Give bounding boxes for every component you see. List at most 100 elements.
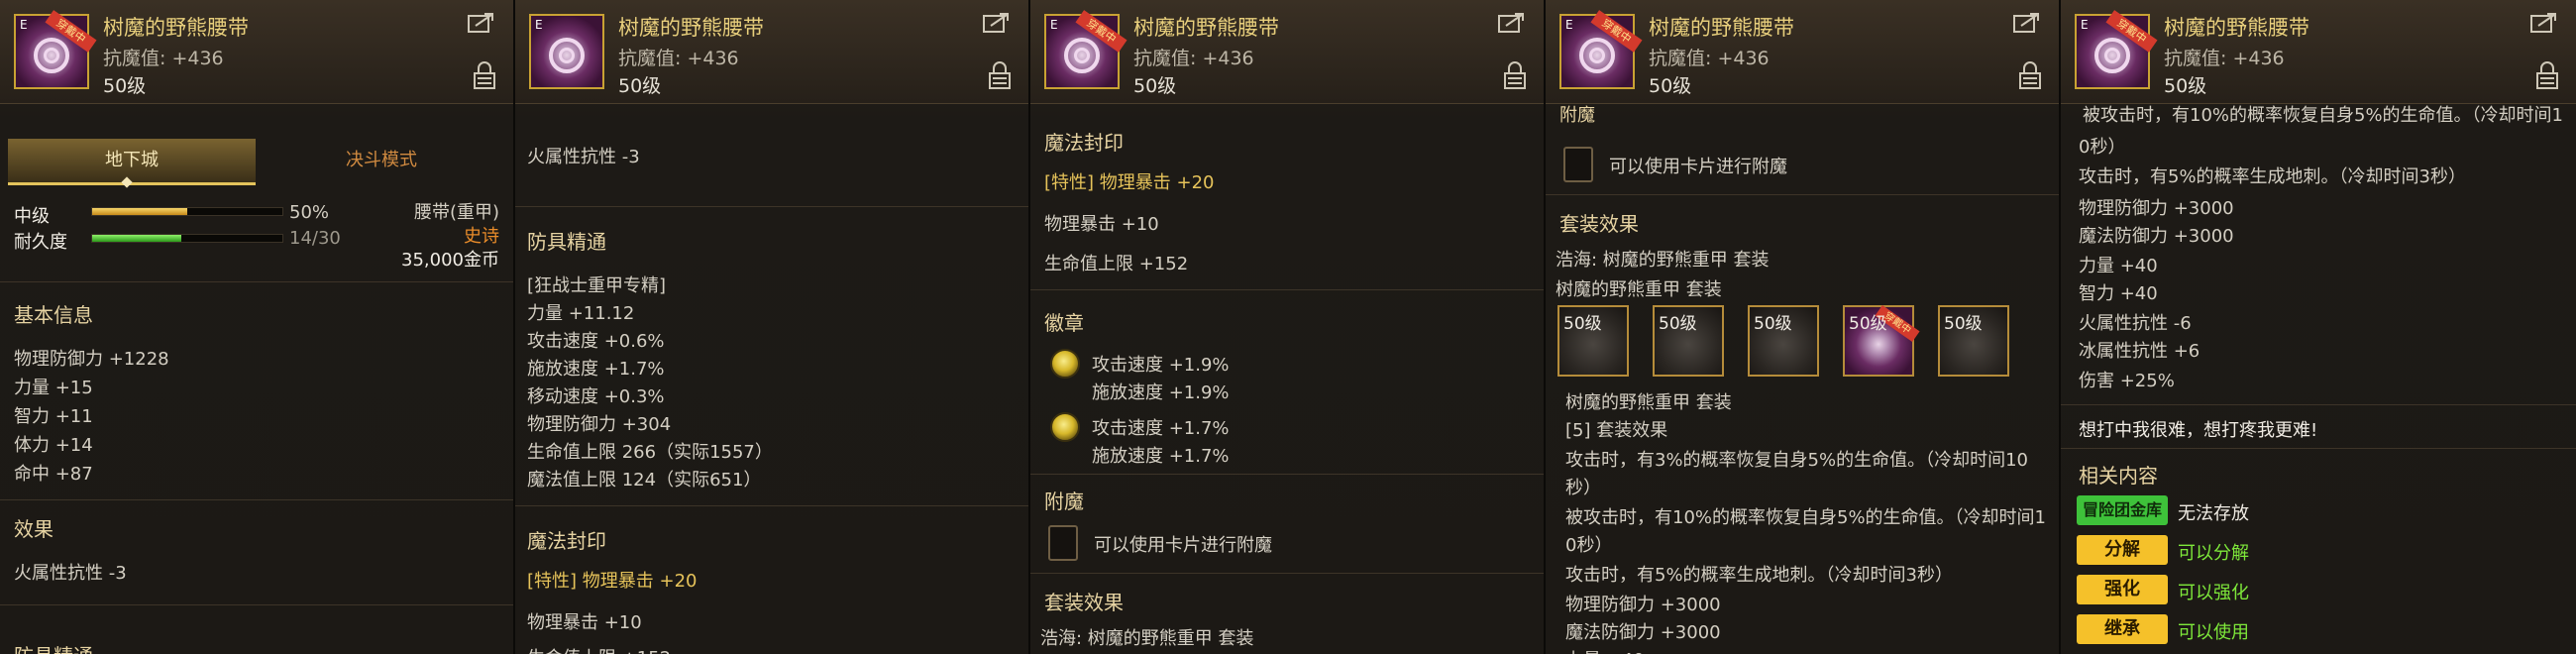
grade-label: E — [1565, 18, 1573, 32]
share-icon[interactable] — [2530, 12, 2558, 34]
set-piece-level: 50级 — [1659, 314, 1697, 334]
set-effect-line: 力量 +40 — [1565, 646, 1645, 654]
grade-label: E — [2081, 18, 2089, 32]
effect-title: 效果 — [14, 517, 54, 541]
set-piece-level: 50级 — [1563, 314, 1602, 334]
basic-info-title: 基本信息 — [14, 303, 93, 327]
set-piece-icon[interactable]: 50级 — [1653, 305, 1724, 377]
armor-line: [狂战士重甲专精] — [527, 275, 667, 296]
lock-icon[interactable] — [1504, 61, 1526, 89]
enchant-title: 附魔 — [1044, 490, 1084, 513]
armor-mastery-title: 防具精通 — [14, 640, 93, 654]
basic-stat: 体力 +14 — [14, 435, 93, 456]
durability-label: 耐久度 — [14, 232, 67, 253]
basic-stat: 物理防御力 +1228 — [14, 349, 169, 370]
belt-item-icon: E 穿戴中 — [2075, 10, 2158, 89]
set-effect-line-partial: 被攻击时，有10%的概率恢复自身5%的生命值。（冷却时间1 — [2083, 105, 2564, 126]
set-line: 浩海: 树魔的野熊重甲 套装 — [1040, 628, 1254, 649]
tooltip-panel-4: 附魔 E 穿戴中 树魔的野熊腰带 抗魔值: +436 50级 可以使用卡片进行附… — [1546, 0, 2061, 654]
set-effect-line: 0秒） — [1565, 535, 1613, 556]
armor-line: 力量 +11.12 — [527, 303, 635, 324]
adventure-vault-badge: 冒险团金库 — [2077, 495, 2168, 525]
enchant-text: 可以使用卡片进行附魔 — [1609, 157, 1787, 177]
set-piece-icon[interactable]: 50级 — [1938, 305, 2009, 377]
item-name: 树魔的野熊腰带 — [618, 16, 764, 40]
set-effect-title: 套装效果 — [1044, 591, 1124, 614]
flavor-text: 想打中我很难，想打疼我更难! — [2079, 420, 2318, 441]
item-price: 35,000金币 — [401, 250, 499, 271]
item-name: 树魔的野熊腰带 — [103, 16, 249, 40]
item-rarity: 史诗 — [464, 226, 499, 247]
enhance-badge: 强化 — [2077, 575, 2168, 604]
basic-stat: 命中 +87 — [14, 464, 93, 485]
belt-item-icon: E 穿戴中 — [1559, 10, 1643, 89]
set-effect-title: 套装效果 — [1559, 212, 1639, 236]
tab-duel-mode[interactable]: 决斗模式 — [258, 139, 505, 182]
set-effect-line: 智力 +40 — [2079, 283, 2158, 304]
set-piece-level: 50级 — [1754, 314, 1792, 334]
set-effect-line: 物理防御力 +3000 — [1565, 595, 1721, 615]
related-text: 可以使用 — [2178, 622, 2249, 643]
set-piece-icon[interactable]: 50级 — [1557, 305, 1629, 377]
item-resist: 抗魔值: +436 — [1133, 48, 1254, 69]
set-count: [5] 套装效果 — [1565, 420, 1668, 441]
set-effect-line: 力量 +40 — [2079, 256, 2158, 276]
effect-line: 火属性抗性 -3 — [14, 563, 127, 584]
enchant-text: 可以使用卡片进行附魔 — [1094, 535, 1272, 556]
basic-stat: 智力 +11 — [14, 406, 93, 427]
disassemble-badge: 分解 — [2077, 535, 2168, 565]
emblem-line: 施放速度 +1.7% — [1092, 446, 1230, 467]
item-resist: 抗魔值: +436 — [1649, 48, 1770, 69]
item-name: 树魔的野熊腰带 — [1649, 16, 1794, 40]
lock-icon[interactable] — [989, 61, 1011, 89]
armor-line: 魔法值上限 124（实际651） — [527, 470, 762, 490]
enchant-title-partial: 附魔 — [1559, 105, 1595, 126]
armor-mastery-title: 防具精通 — [527, 230, 606, 254]
card-slot[interactable] — [1563, 147, 1593, 182]
item-header: E 树魔的野熊腰带 抗魔值: +436 50级 — [515, 0, 1028, 104]
tooltip-strip: { "item": { "name": "树魔的野熊腰带", "resist":… — [0, 0, 2576, 654]
tab-dungeon[interactable]: 地下城 — [8, 139, 256, 185]
item-header: E 穿戴中 树魔的野熊腰带 抗魔值: +436 50级 — [0, 0, 513, 104]
set-effect-line: 伤害 +25% — [2079, 371, 2175, 391]
related-text: 可以强化 — [2178, 583, 2249, 603]
share-icon[interactable] — [1498, 12, 1526, 34]
set-piece-icon[interactable]: 穿戴中 50级 — [1843, 304, 1920, 377]
share-icon[interactable] — [468, 12, 495, 34]
seal-line: [特性] 物理暴击 +20 — [1044, 172, 1215, 193]
emblem-line: 攻击速度 +1.9% — [1092, 355, 1230, 376]
grade-label: E — [1050, 18, 1058, 32]
belt-item-icon: E 穿戴中 — [14, 10, 97, 89]
lock-icon[interactable] — [474, 61, 495, 89]
item-level: 50级 — [103, 75, 147, 97]
set-effect-line: 0秒） — [2079, 137, 2126, 158]
set-effect-line: 秒） — [1565, 478, 1601, 498]
lock-icon[interactable] — [2019, 61, 2041, 89]
item-type: 腰带(重甲) — [413, 202, 499, 223]
lock-icon[interactable] — [2536, 61, 2558, 89]
tooltip-panel-5: 被攻击时，有10%的概率恢复自身5%的生命值。（冷却时间1 E 穿戴中 树魔的野… — [2061, 0, 2576, 654]
item-resist: 抗魔值: +436 — [103, 48, 224, 69]
item-header: E 穿戴中 树魔的野熊腰带 抗魔值: +436 50级 — [1546, 0, 2059, 104]
armor-line: 生命值上限 266（实际1557） — [527, 442, 773, 463]
item-level: 50级 — [1649, 75, 1692, 97]
set-effect-line: 攻击时，有5%的概率生成地刺。（冷却时间3秒） — [1565, 565, 1954, 586]
emblem-icon — [1050, 349, 1080, 379]
item-header: E 穿戴中 树魔的野熊腰带 抗魔值: +436 50级 — [1030, 0, 1544, 104]
share-icon[interactable] — [983, 12, 1011, 34]
related-text: 无法存放 — [2178, 503, 2249, 524]
item-name: 树魔的野熊腰带 — [1133, 16, 1279, 40]
set-effect-line: 冰属性抗性 +6 — [2079, 341, 2200, 362]
card-slot[interactable] — [1048, 525, 1078, 561]
emblem-title: 徽章 — [1044, 311, 1084, 335]
item-resist: 抗魔值: +436 — [618, 48, 739, 69]
set-effect-line: 攻击时，有5%的概率生成地刺。（冷却时间3秒） — [2079, 166, 2467, 187]
tooltip-panel-2: E 树魔的野熊腰带 抗魔值: +436 50级 火属性抗性 -3 防具精通 [狂… — [515, 0, 1030, 654]
durability-bar — [91, 234, 283, 243]
magic-seal-title: 魔法封印 — [527, 529, 606, 553]
seal-line: [特性] 物理暴击 +20 — [527, 571, 698, 592]
set-effect-line: 魔法防御力 +3000 — [1565, 622, 1721, 643]
share-icon[interactable] — [2013, 12, 2041, 34]
set-line: 浩海: 树魔的野熊重甲 套装 — [1556, 250, 1770, 271]
set-piece-icon[interactable]: 50级 — [1748, 305, 1819, 377]
